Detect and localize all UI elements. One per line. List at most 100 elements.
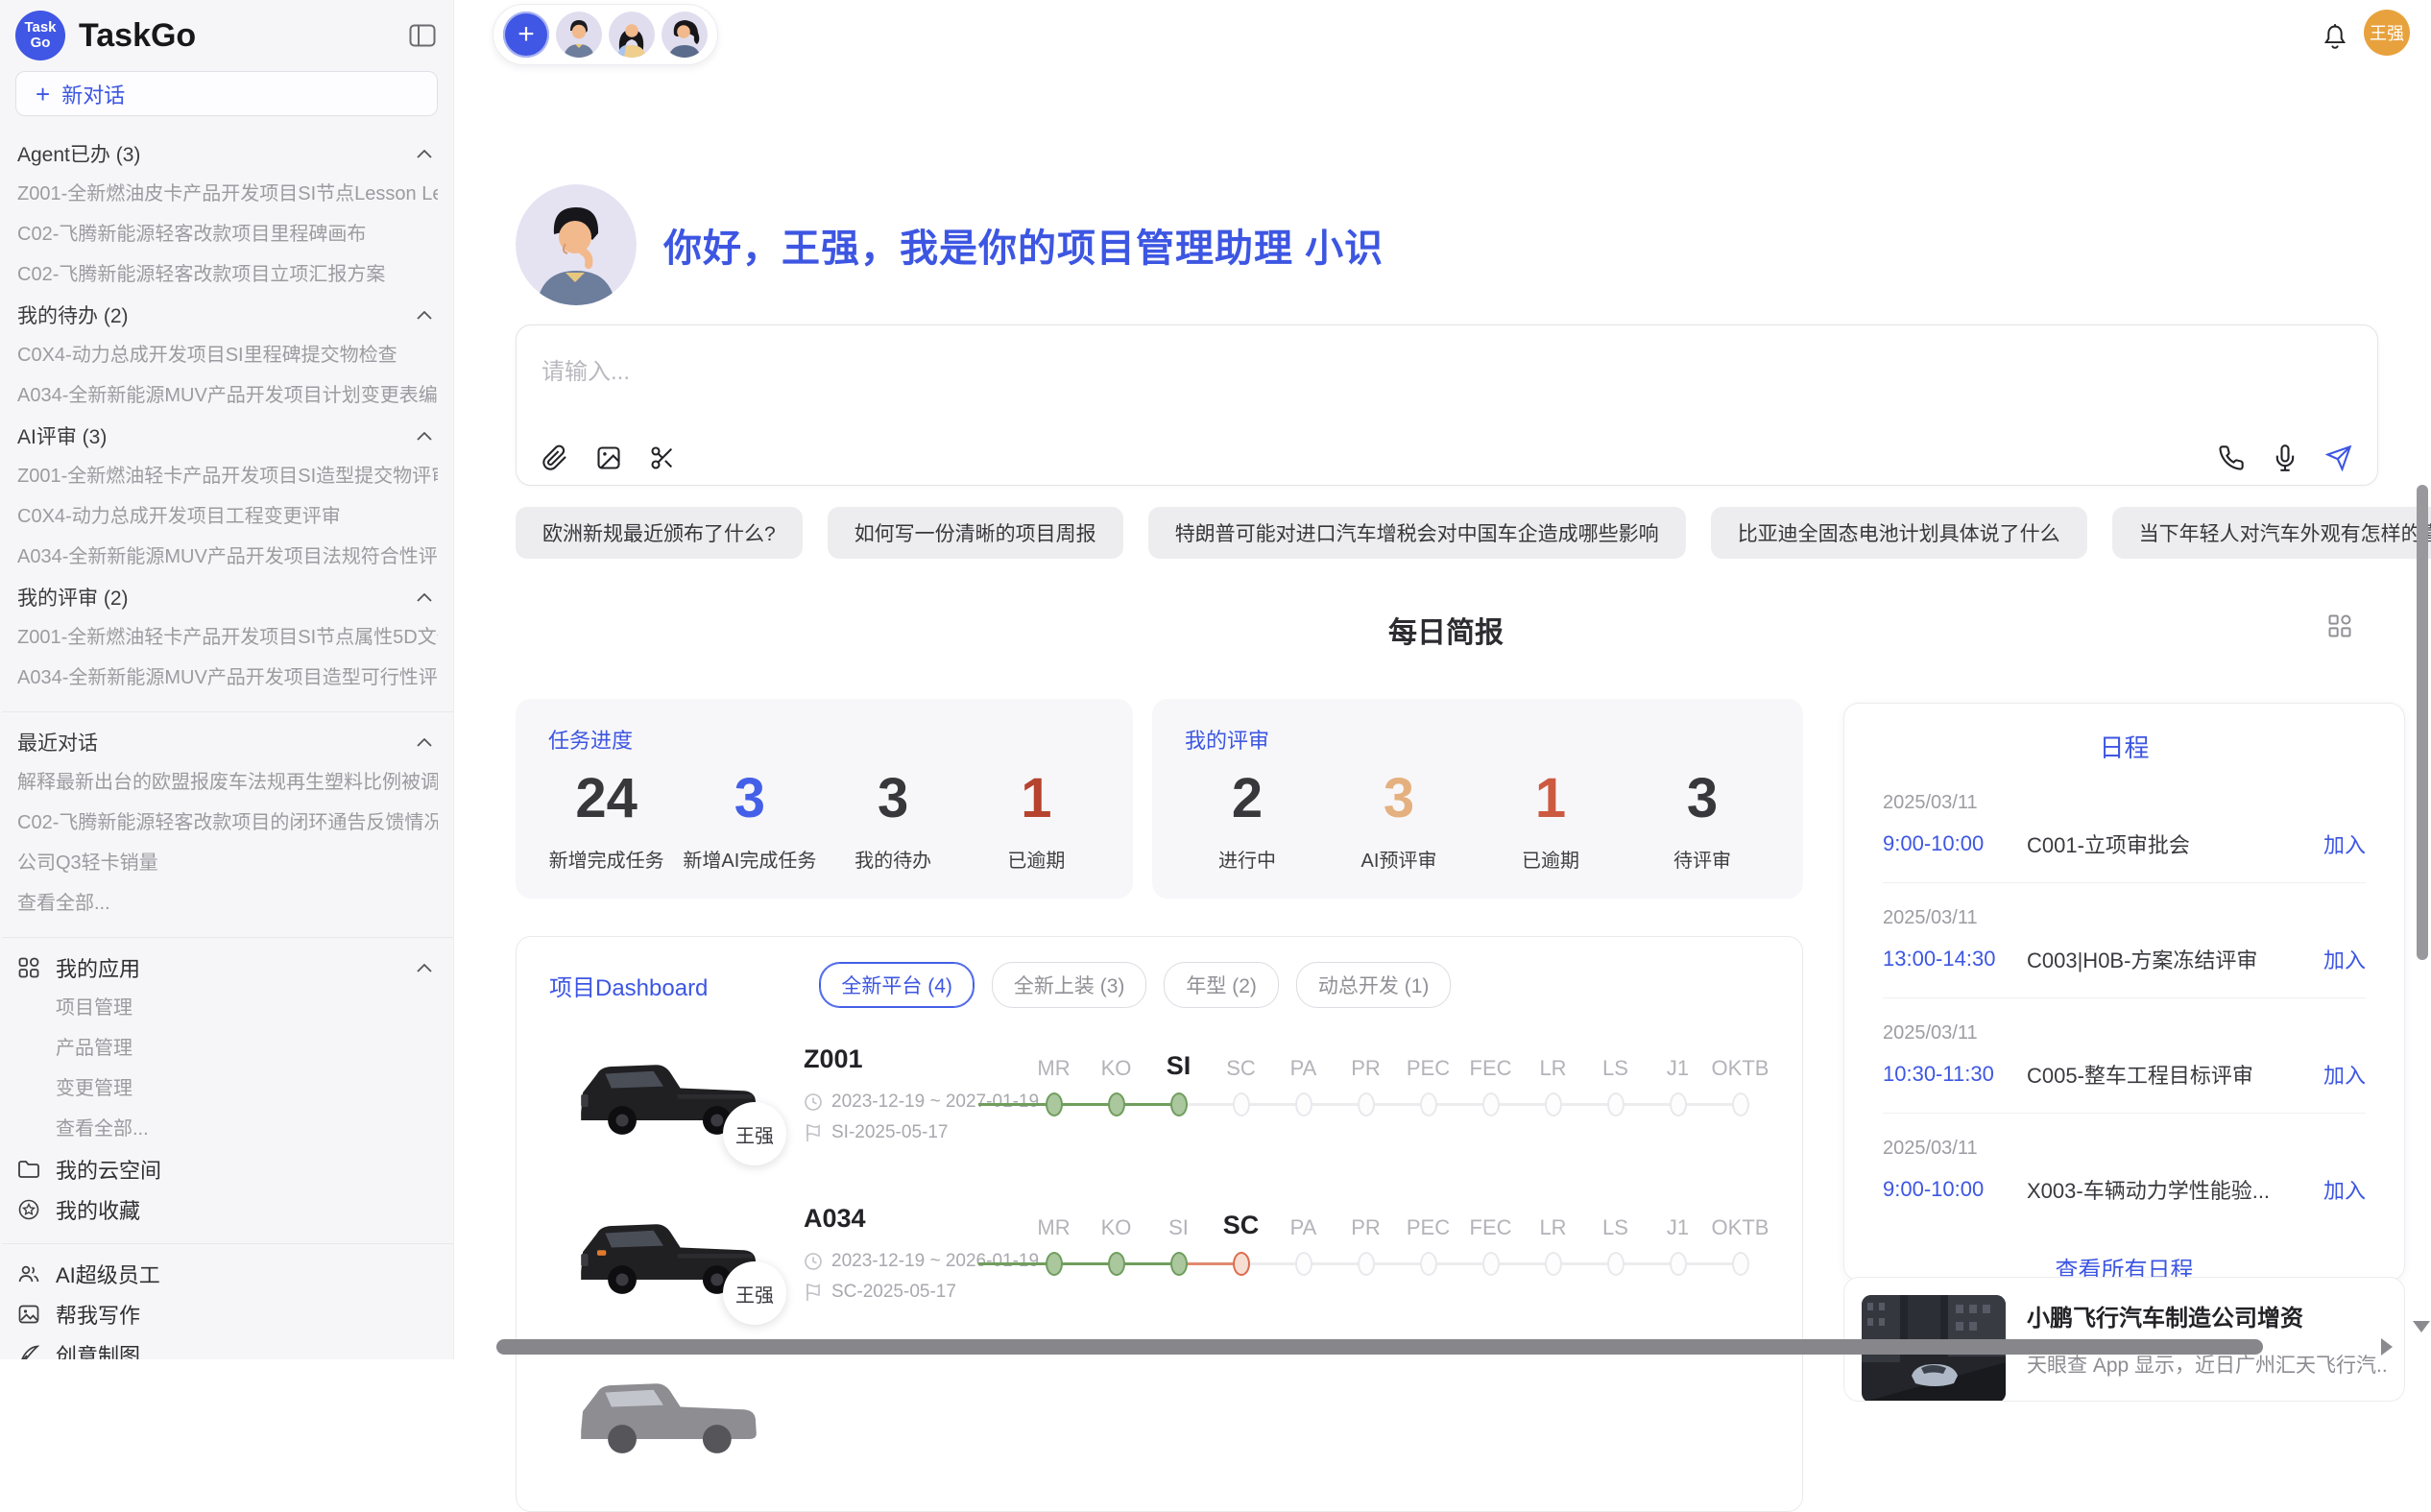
section-my-review[interactable]: 我的评审 (2) (17, 577, 438, 617)
schedule-name: X003-车辆动力学性能验... (2027, 1174, 2323, 1205)
project-row[interactable]: 王强 A034 2023-12-19 ~ 2026-01-19 SC-2025-… (517, 1200, 1802, 1327)
list-item[interactable]: 解释最新出台的欧盟报废车法规再生塑料比例被调至15%... (17, 762, 438, 803)
suggestion-chip[interactable]: 如何写一份清晰的项目周报 (828, 507, 1123, 559)
join-link[interactable]: 加入 (2323, 1059, 2366, 1090)
phone-icon[interactable] (2218, 444, 2245, 471)
schedule-name: C005-整车工程目标评审 (2027, 1059, 2323, 1090)
list-item[interactable]: A034-全新新能源MUV产品开发项目计划变更表编写 (17, 375, 438, 416)
sidebar-item-help-write[interactable]: 帮我写作 (17, 1294, 438, 1334)
sidebar-item-favorites[interactable]: 我的收藏 (17, 1189, 438, 1230)
favorites-label: 我的收藏 (56, 1194, 140, 1225)
clock-icon (804, 1092, 823, 1112)
project-row[interactable] (517, 1359, 1802, 1486)
sidebar-item-change-mgmt[interactable]: 变更管理 (17, 1068, 438, 1109)
suggestion-chip[interactable]: 特朗普可能对进口汽车增税会对中国车企造成哪些影响 (1148, 507, 1686, 559)
filter-pill[interactable]: 动总开发 (1) (1296, 962, 1452, 1008)
filter-pill[interactable]: 年型 (2) (1164, 962, 1279, 1008)
scissors-icon[interactable] (649, 444, 676, 471)
sidebar-collapse-icon[interactable] (409, 24, 436, 47)
project-milestone-row: SC-2025-05-17 (804, 1282, 1023, 1303)
people-icon (17, 1264, 40, 1284)
milestone-labels: MR KO SI SC PA PR PEC FEC LR LS J1 OKTB (1023, 1202, 1771, 1240)
milestone-label: PEC (1397, 1215, 1459, 1240)
greeting-text: 你好，王强，我是你的项目管理助理 小识 (663, 217, 1384, 273)
sidebar-item-creative-draw[interactable]: 创意制图 (17, 1334, 438, 1359)
news-title: 小鹏飞行汽车制造公司增资 (2027, 1299, 2387, 1332)
suggestion-chip[interactable]: 欧洲新规最近颁布了什么? (516, 507, 803, 559)
scroll-right-arrow[interactable] (2381, 1338, 2393, 1356)
chevron-up-icon (417, 964, 432, 972)
milestone-label: KO (1085, 1215, 1147, 1240)
layout-grid-icon[interactable] (2326, 612, 2353, 639)
list-item[interactable]: Z001-全新燃油皮卡产品开发项目SI节点Lesson Learn报告 (17, 174, 438, 214)
project-date-range: 2023-12-19 ~ 2026-01-19 (831, 1251, 1039, 1272)
project-code: A034 (804, 1204, 1023, 1234)
suggestion-chip[interactable]: 比亚迪全固态电池计划具体说了什么 (1711, 507, 2087, 559)
send-icon[interactable] (2325, 444, 2352, 471)
image-icon[interactable] (595, 444, 622, 471)
milestone-label: SI (1147, 1215, 1210, 1240)
ai-employee-label: AI超级员工 (56, 1259, 160, 1289)
project-row[interactable]: 王强 Z001 2023-12-19 ~ 2027-01-19 SI-2025-… (517, 1041, 1802, 1167)
sidebar-item-product-mgmt[interactable]: 产品管理 (17, 1028, 438, 1068)
list-item[interactable]: 公司Q3轻卡销量 (17, 843, 438, 883)
agent-avatar[interactable] (609, 12, 655, 58)
cloud-space-label: 我的云空间 (56, 1154, 161, 1185)
paperclip-icon[interactable] (542, 444, 568, 471)
list-item[interactable]: C02-飞腾新能源轻客改款项目立项汇报方案 (17, 254, 438, 295)
schedule-date: 2025/03/11 (1883, 907, 2366, 929)
section-ai-review[interactable]: AI评审 (3) (17, 416, 438, 456)
stat-my-todo: 3 我的待办 (822, 768, 965, 873)
sidebar-item-my-apps[interactable]: 我的应用 (17, 948, 438, 988)
filter-pill[interactable]: 全新平台 (4) (819, 962, 975, 1008)
milestone-label: MR (1023, 1056, 1085, 1081)
new-chat-button[interactable]: + 新对话 (15, 71, 438, 116)
section-my-todo[interactable]: 我的待办 (2) (17, 295, 438, 335)
stat-review-overdue: 1 已逾期 (1475, 768, 1626, 873)
photo-icon (17, 1305, 40, 1324)
milestone-labels: MR KO SI SC PA PR PEC FEC LR LS J1 OKTB (1023, 1043, 1771, 1081)
vertical-scrollbar[interactable] (2417, 485, 2428, 960)
sidebar-item-ai-employee[interactable]: AI超级员工 (17, 1254, 438, 1294)
chat-input[interactable] (542, 352, 2352, 420)
project-code: Z001 (804, 1044, 1023, 1074)
section-agent-done[interactable]: Agent已办 (3) (17, 133, 438, 174)
dashboard-header: 项目Dashboard 全新平台 (4) 全新上装 (3) 年型 (2) 动总开… (517, 937, 1802, 1008)
list-item[interactable]: A034-全新新能源MUV产品开发项目造型可行性评审 (17, 658, 438, 698)
schedule-time: 10:30-11:30 (1883, 1062, 2027, 1087)
section-recent-chats[interactable]: 最近对话 (17, 722, 438, 762)
notification-bell-icon[interactable] (2322, 23, 2348, 52)
microphone-icon[interactable] (2272, 444, 2299, 471)
join-link[interactable]: 加入 (2323, 828, 2366, 859)
sidebar-item-cloud-space[interactable]: 我的云空间 (17, 1149, 438, 1189)
chevron-up-icon (417, 738, 432, 747)
list-item[interactable]: C02-飞腾新能源轻客改款项目里程碑画布 (17, 214, 438, 254)
list-item[interactable]: Z001-全新燃油轻卡产品开发项目SI造型提交物评审 (17, 456, 438, 496)
user-avatar[interactable]: 王强 (2364, 10, 2410, 56)
agent-avatar[interactable] (662, 12, 708, 58)
milestone-label: LR (1522, 1056, 1584, 1081)
dashboard-title: 项目Dashboard (549, 969, 708, 1002)
milestone-timeline: MR KO SI SC PA PR PEC FEC LR LS J1 OKTB (1023, 1043, 1771, 1135)
project-info: A034 2023-12-19 ~ 2026-01-19 SC-2025-05-… (804, 1200, 1023, 1303)
add-agent-button[interactable]: + (503, 12, 549, 58)
agent-avatar[interactable] (556, 12, 602, 58)
filter-pill[interactable]: 全新上装 (3) (992, 962, 1147, 1008)
quill-pen-icon (17, 1344, 40, 1359)
horizontal-scrollbar[interactable] (496, 1339, 2263, 1355)
list-item[interactable]: A034-全新新能源MUV产品开发项目法规符合性评审 (17, 537, 438, 577)
milestone-dots (1023, 1252, 1771, 1276)
view-all-apps[interactable]: 查看全部... (17, 1109, 438, 1149)
task-progress-card: 任务进度 24 新增完成任务 3 新增AI完成任务 3 我的待办 1 已逾期 (516, 699, 1133, 899)
list-item[interactable]: Z001-全新燃油轻卡产品开发项目SI节点属性5D文件评审 (17, 617, 438, 658)
list-item[interactable]: C02-飞腾新能源轻客改款项目的闭环通告反馈情况 (17, 803, 438, 843)
view-all-chats[interactable]: 查看全部... (17, 883, 438, 924)
sidebar-item-project-mgmt[interactable]: 项目管理 (17, 988, 438, 1028)
list-item[interactable]: C0X4-动力总成开发项目SI里程碑提交物检查 (17, 335, 438, 375)
join-link[interactable]: 加入 (2323, 1174, 2366, 1205)
list-item[interactable]: C0X4-动力总成开发项目工程变更评审 (17, 496, 438, 537)
suggestion-chip[interactable]: 当下年轻人对汽车外观有怎样的喜好趋势 (2112, 507, 2431, 559)
milestone-label: J1 (1647, 1215, 1709, 1240)
scroll-down-arrow[interactable] (2413, 1321, 2430, 1332)
join-link[interactable]: 加入 (2323, 944, 2366, 974)
